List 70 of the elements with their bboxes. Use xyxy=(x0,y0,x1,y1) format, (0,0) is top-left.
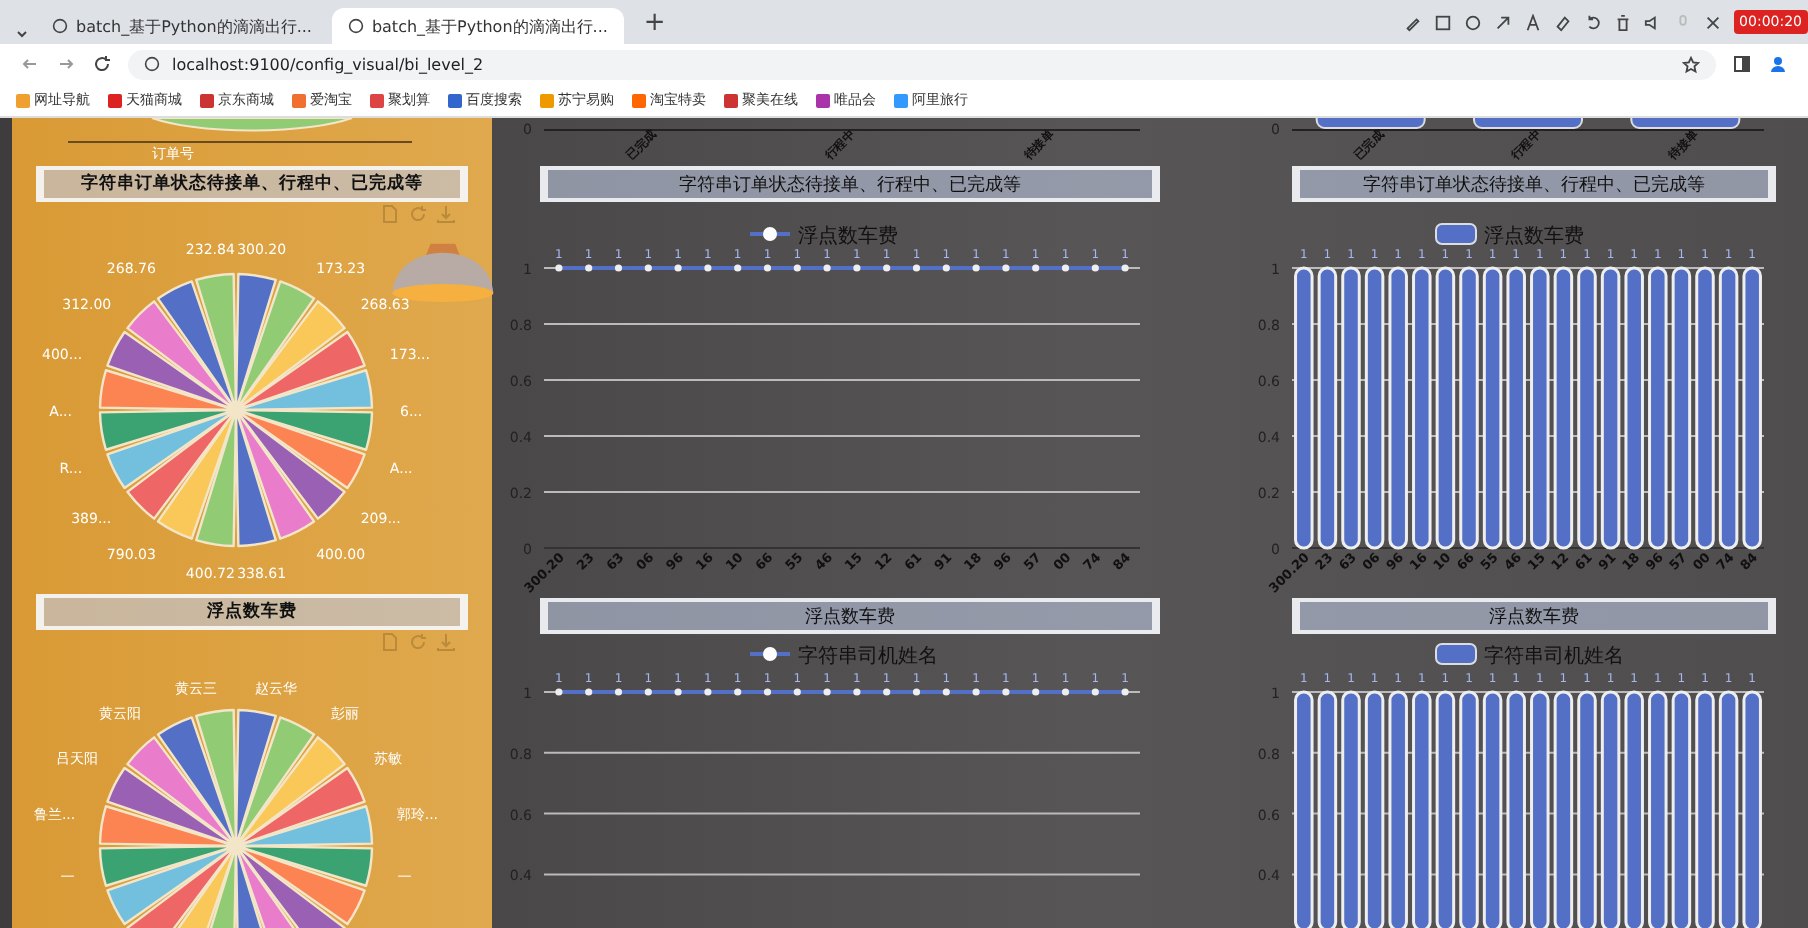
trash-icon[interactable] xyxy=(1613,13,1632,31)
data-point xyxy=(644,264,652,272)
data-point xyxy=(1002,264,1010,272)
data-point xyxy=(555,688,563,696)
data-point xyxy=(883,688,891,696)
data-point xyxy=(942,264,950,272)
text-icon[interactable] xyxy=(1523,13,1542,31)
series-label: 浮点数车费 xyxy=(1484,224,1584,248)
data-point xyxy=(734,688,742,696)
data-point xyxy=(793,264,801,272)
star-icon[interactable] xyxy=(1682,55,1700,73)
browser-tab[interactable]: batch_基于Python的滴滴出行... xyxy=(36,8,328,44)
data-point xyxy=(763,688,772,696)
data-point xyxy=(1121,688,1129,696)
data-point xyxy=(972,688,980,696)
data-point xyxy=(1032,264,1040,272)
sidebar-icon[interactable] xyxy=(1732,54,1752,74)
browser-tab[interactable]: batch_基于Python的滴滴出行... xyxy=(331,8,624,44)
data-point xyxy=(1032,688,1040,696)
reload-icon[interactable] xyxy=(92,54,112,74)
series-label: 字符串司机姓名 xyxy=(1484,644,1624,668)
chart-title-bar: 字符串订单状态待接单、行程中、已完成等 xyxy=(1292,166,1776,202)
data-point xyxy=(883,264,891,272)
speaker-icon[interactable] xyxy=(1643,13,1662,31)
chart-title-bar: 字符串订单状态待接单、行程中、已完成等 xyxy=(540,166,1160,202)
data-point xyxy=(704,688,712,696)
data-point xyxy=(853,264,861,272)
data-point xyxy=(674,264,682,272)
data-point xyxy=(585,688,593,696)
data-point xyxy=(555,264,563,272)
data-point xyxy=(614,264,623,272)
eraser-icon[interactable] xyxy=(1553,13,1572,31)
data-point xyxy=(644,688,652,696)
data-point xyxy=(614,688,623,696)
data-point xyxy=(853,688,861,696)
data-point xyxy=(585,264,593,272)
new-tab-button[interactable]: + xyxy=(627,7,682,37)
chart-title-bar: 浮点数车费 xyxy=(1292,598,1776,634)
profile-icon[interactable] xyxy=(1768,54,1788,74)
data-point xyxy=(1091,688,1099,696)
data-point xyxy=(763,264,772,272)
forward-icon[interactable] xyxy=(56,54,76,74)
address-bar[interactable]: localhost:9100/config_visual/bi_level_2 xyxy=(128,49,1716,79)
chart-title-bar: 浮点数车费 xyxy=(540,598,1160,634)
data-point xyxy=(1091,264,1099,272)
arrow-icon[interactable] xyxy=(1493,13,1512,31)
legend-label: 浮点数车费 xyxy=(798,224,898,248)
data-point xyxy=(793,688,801,696)
pen-icon[interactable] xyxy=(1403,13,1422,31)
data-point xyxy=(674,688,682,696)
data-point xyxy=(823,264,831,272)
chart-title-bar: 浮点数车费 xyxy=(36,594,468,630)
data-point xyxy=(1121,264,1129,272)
data-point xyxy=(1002,688,1010,696)
data-point xyxy=(1061,264,1070,272)
data-point xyxy=(912,688,921,696)
data-point xyxy=(942,688,950,696)
data-point xyxy=(912,264,921,272)
data-point xyxy=(972,264,980,272)
circle-icon[interactable] xyxy=(1463,13,1482,31)
back-icon[interactable] xyxy=(20,54,40,74)
close-icon[interactable] xyxy=(1703,13,1722,31)
undo-icon[interactable] xyxy=(1583,13,1602,31)
square-icon[interactable] xyxy=(1433,13,1452,31)
data-point xyxy=(823,688,831,696)
data-point xyxy=(734,264,742,272)
chart-title-bar: 字符串订单状态待接单、行程中、已完成等 xyxy=(36,166,468,202)
data-point xyxy=(704,264,712,272)
legend-label: 字符串司机姓名 xyxy=(798,644,938,668)
data-point xyxy=(1061,688,1070,696)
